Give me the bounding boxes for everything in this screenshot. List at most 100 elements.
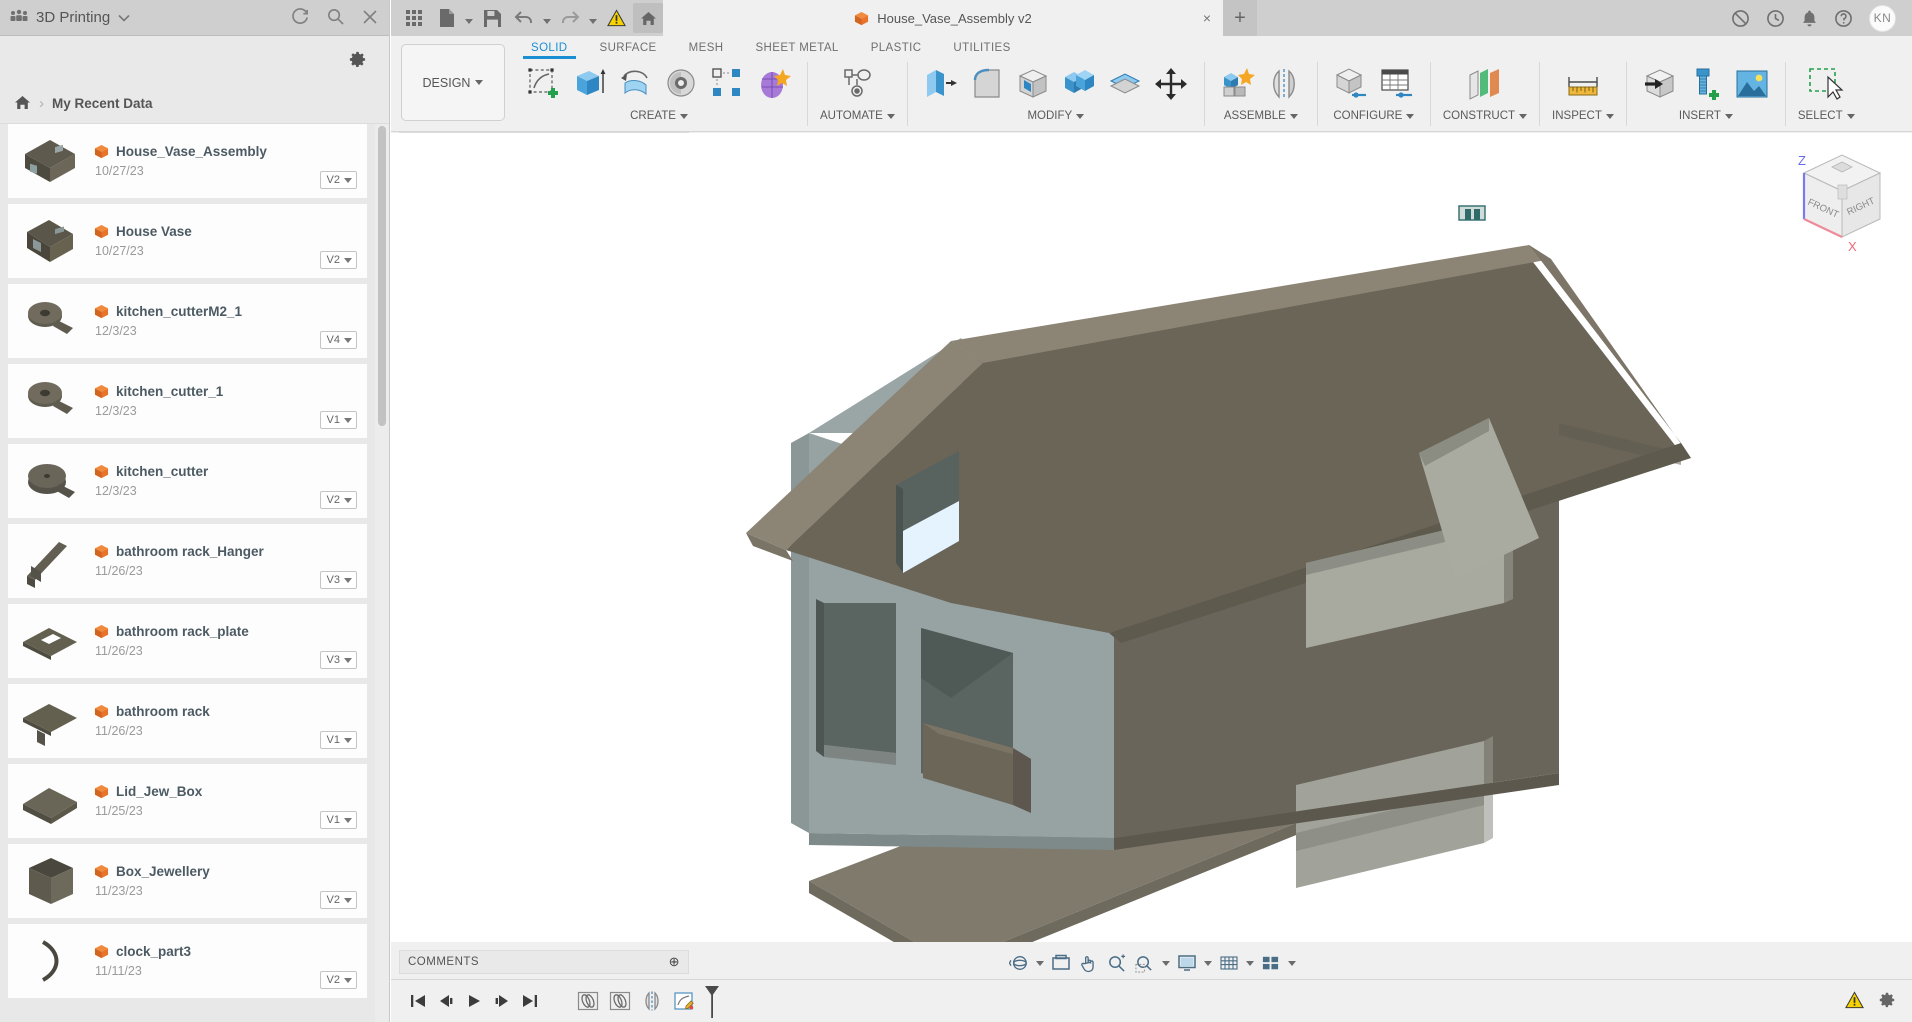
new-file-icon[interactable] (431, 3, 461, 33)
data-panel-item[interactable]: bathroom rack_plate 11/26/23 V3 (8, 604, 367, 678)
viewports-dropdown[interactable] (1286, 950, 1298, 976)
redo-icon[interactable] (555, 3, 585, 33)
offset-face-icon[interactable] (1104, 62, 1146, 106)
measure-icon[interactable] (1562, 62, 1604, 106)
pan-icon[interactable] (1076, 950, 1102, 976)
data-panel-item[interactable]: kitchen_cutter 12/3/23 V2 (8, 444, 367, 518)
display-settings-icon[interactable] (1174, 950, 1200, 976)
search-icon[interactable] (326, 7, 345, 28)
item-version-dropdown[interactable]: V1 (319, 811, 357, 829)
zoom-window-icon[interactable] (1132, 950, 1158, 976)
data-panel-item[interactable]: clock_part3 11/11/23 V2 (8, 924, 367, 998)
ribbon-group-label[interactable]: CONFIGURE (1333, 110, 1415, 122)
form-icon[interactable] (753, 62, 795, 106)
warning-icon[interactable] (601, 3, 631, 33)
ribbon-group-label[interactable]: SELECT (1798, 110, 1855, 122)
ribbon-group-label[interactable]: CONSTRUCT (1443, 110, 1528, 122)
orbit-icon[interactable] (1006, 950, 1032, 976)
grid-snaps-dropdown[interactable] (1244, 950, 1256, 976)
joint-feature-icon[interactable] (605, 987, 635, 1015)
hub-name[interactable]: 3D Printing (36, 9, 110, 26)
plus-circle-icon[interactable]: ⊕ (669, 954, 680, 970)
shell-icon[interactable] (1012, 62, 1054, 106)
step-back-icon[interactable] (433, 988, 459, 1014)
item-version-dropdown[interactable]: V2 (319, 491, 357, 509)
data-panel-item[interactable]: Lid_Jew_Box 11/25/23 V1 (8, 764, 367, 838)
ribbon-group-label[interactable]: INSERT (1679, 110, 1733, 122)
orbit-dropdown[interactable] (1034, 950, 1046, 976)
create-sketch-icon[interactable] (523, 62, 565, 106)
item-version-dropdown[interactable]: V1 (319, 411, 357, 429)
automate-icon[interactable] (836, 62, 878, 106)
save-icon[interactable] (477, 3, 507, 33)
ribbon-group-label[interactable]: CREATE (630, 110, 688, 122)
recent-icon[interactable] (1766, 9, 1785, 28)
scrollbar-thumb[interactable] (378, 126, 386, 426)
grid-snaps-icon[interactable] (1216, 950, 1242, 976)
canvas-image-icon[interactable] (1731, 62, 1773, 106)
data-panel-item[interactable]: kitchen_cutter_1 12/3/23 V1 (8, 364, 367, 438)
house-vase-model[interactable] (391, 133, 1912, 942)
ribbon-tab-utilities[interactable]: UTILITIES (937, 39, 1026, 56)
look-at-icon[interactable] (1048, 950, 1074, 976)
ribbon-tab-mesh[interactable]: MESH (673, 39, 740, 56)
item-version-dropdown[interactable]: V3 (319, 571, 357, 589)
play-icon[interactable] (461, 988, 487, 1014)
refresh-icon[interactable] (291, 7, 310, 28)
chevron-down-icon[interactable] (118, 10, 130, 25)
insert-mcmaster-icon[interactable] (1685, 62, 1727, 106)
ribbon-group-label[interactable]: MODIFY (1027, 110, 1085, 122)
display-settings-dropdown[interactable] (1202, 950, 1214, 976)
data-panel-item[interactable]: Box_Jewellery 11/23/23 V2 (8, 844, 367, 918)
go-to-beginning-icon[interactable] (405, 988, 431, 1014)
avatar[interactable]: KN (1869, 4, 1896, 32)
item-version-dropdown[interactable]: V3 (319, 651, 357, 669)
pattern-icon[interactable] (707, 62, 749, 106)
comments-panel[interactable]: COMMENTS ⊕ (399, 950, 689, 974)
data-panel-item[interactable]: House Vase 10/27/23 V2 (8, 204, 367, 278)
ribbon-group-label[interactable]: AUTOMATE (820, 110, 895, 122)
notifications-bell-icon[interactable] (1801, 9, 1818, 28)
select-window-icon[interactable] (1805, 62, 1847, 106)
ribbon-group-label[interactable]: INSPECT (1552, 110, 1614, 122)
undo-dropdown[interactable] (541, 3, 553, 33)
document-tab[interactable]: House_Vase_Assembly v2 × (663, 0, 1223, 36)
joint-feature-icon[interactable] (573, 987, 603, 1015)
press-pull-icon[interactable] (920, 62, 962, 106)
data-panel-item[interactable]: House_Vase_Assembly 10/27/23 V2 (8, 124, 367, 198)
3d-canvas[interactable]: FRONT RIGHT Z X (391, 133, 1912, 942)
job-status-icon[interactable] (1731, 9, 1750, 28)
construct-plane-icon[interactable] (1464, 62, 1506, 106)
mirror-feature-icon[interactable] (637, 987, 667, 1015)
undo-icon[interactable] (509, 3, 539, 33)
fillet-icon[interactable] (966, 62, 1008, 106)
data-panel-item[interactable]: kitchen_cutterM2_1 12/3/23 V4 (8, 284, 367, 358)
move-copy-icon[interactable] (1150, 62, 1192, 106)
ribbon-tab-sheet-metal[interactable]: SHEET METAL (739, 39, 854, 56)
item-version-dropdown[interactable]: V2 (319, 971, 357, 989)
ribbon-tab-solid[interactable]: SOLID (515, 39, 584, 59)
recent-data-list[interactable]: House_Vase_Assembly 10/27/23 V2 House Vase 1… (0, 124, 375, 1022)
ribbon-tab-plastic[interactable]: PLASTIC (855, 39, 938, 56)
configuration-icon[interactable] (1330, 62, 1372, 106)
go-to-end-icon[interactable] (517, 988, 543, 1014)
data-panel-item[interactable]: bathroom rack_Hanger 11/26/23 V3 (8, 524, 367, 598)
viewcube[interactable]: FRONT RIGHT Z X (1770, 141, 1890, 259)
item-version-dropdown[interactable]: V2 (319, 171, 357, 189)
breadcrumb-current[interactable]: My Recent Data (52, 96, 153, 111)
zoom-icon[interactable] (1104, 950, 1130, 976)
data-panel-scrollbar[interactable] (375, 124, 389, 1022)
gear-icon[interactable] (348, 50, 367, 72)
extrude-icon[interactable] (569, 62, 611, 106)
workspace-switcher-button[interactable]: DESIGN (401, 44, 505, 121)
combine-icon[interactable] (1058, 62, 1100, 106)
revolve-icon[interactable] (615, 62, 657, 106)
grid-apps-icon[interactable] (399, 3, 429, 33)
item-version-dropdown[interactable]: V1 (319, 731, 357, 749)
add-tab-button[interactable]: + (1223, 0, 1257, 36)
zoom-window-dropdown[interactable] (1160, 950, 1172, 976)
data-panel-item[interactable]: bathroom rack 11/26/23 V1 (8, 684, 367, 758)
new-file-dropdown[interactable] (463, 3, 475, 33)
close-icon[interactable]: × (1203, 10, 1211, 26)
item-version-dropdown[interactable]: V2 (319, 891, 357, 909)
